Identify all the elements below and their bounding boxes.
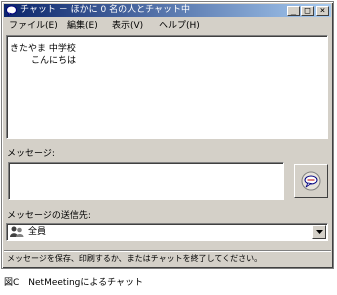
message-label: メッセージ: — [7, 149, 55, 159]
recipient-label: メッセージの送信先: — [7, 211, 91, 221]
chat-app-icon — [6, 5, 17, 16]
window-title: チャット － ほかに 0 名の人とチャット中 — [20, 5, 190, 15]
minimize-icon: _ — [290, 6, 297, 16]
title-bar[interactable]: チャット － ほかに 0 名の人とチャット中 _ □ × — [4, 4, 331, 17]
menu-bar: ファイル(E) 編集(E) 表示(V) ヘルプ(H) — [4, 19, 331, 33]
maximize-button[interactable]: □ — [301, 6, 314, 16]
status-text: メッセージを保存、印刷するか、またはチャットを終了してください。 — [7, 254, 263, 263]
figure-caption: 図C NetMeetingによるチャット — [4, 278, 144, 288]
send-button[interactable] — [294, 164, 328, 198]
minimize-button[interactable]: _ — [287, 6, 300, 16]
recipient-select[interactable]: 全員 — [6, 223, 328, 241]
chat-log[interactable]: きたやま 中学校 こんにちは — [6, 35, 328, 139]
close-button[interactable]: × — [316, 6, 329, 16]
maximize-icon: □ — [304, 6, 311, 16]
menu-view[interactable]: 表示(V) — [112, 19, 143, 33]
menu-edit[interactable]: 編集(E) — [67, 19, 98, 33]
message-input[interactable] — [8, 162, 284, 200]
chat-window: チャット － ほかに 0 名の人とチャット中 _ □ × ファイル(E) 編集(… — [1, 1, 334, 269]
chevron-down-icon — [316, 230, 323, 234]
chat-message: こんにちは — [31, 56, 77, 66]
group-people-icon — [10, 226, 24, 237]
status-bar: メッセージを保存、印刷するか、またはチャットを終了してください。 — [4, 250, 331, 267]
send-message-icon — [301, 171, 321, 191]
recipient-dropdown-button[interactable] — [312, 225, 326, 239]
menu-file[interactable]: ファイル(E) — [9, 19, 58, 33]
recipient-value: 全員 — [28, 227, 47, 237]
close-icon: × — [319, 6, 326, 16]
menu-help[interactable]: ヘルプ(H) — [159, 19, 200, 33]
